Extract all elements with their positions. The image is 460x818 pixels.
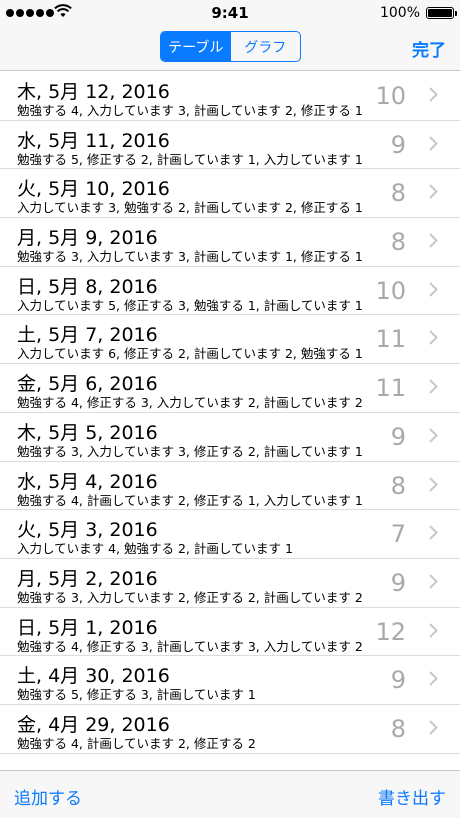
segment-graph[interactable]: グラフ	[231, 32, 301, 61]
chevron-right-icon	[429, 330, 438, 346]
row-activity-summary: 勉強する 5, 修正する 3, 計画しています 1	[17, 687, 256, 703]
table-row[interactable]: 金, 5月 6, 2016 勉強する 4, 修正する 3, 入力しています 2, …	[0, 364, 460, 413]
row-activity-summary: 勉強する 5, 修正する 2, 計画しています 1, 入力しています 1	[17, 151, 363, 167]
history-table: 木, 5月 12, 2016 勉強する 4, 入力しています 3, 計画しています…	[0, 72, 460, 754]
table-row[interactable]: 日, 5月 8, 2016 入力しています 5, 修正する 3, 勉強する 1, …	[0, 267, 460, 316]
chevron-right-icon	[429, 525, 438, 540]
chevron-right-icon	[429, 476, 438, 492]
row-activity-summary: 勉強する 3, 入力しています 3, 修正する 2, 計画しています 1	[17, 443, 363, 459]
chevron-right-icon	[429, 87, 438, 102]
done-button[interactable]: 完了	[412, 36, 446, 61]
row-total-count: 11	[375, 325, 406, 354]
view-mode-segmented-control: テーブル グラフ	[160, 31, 301, 62]
chevron-right-icon	[429, 671, 438, 686]
table-row[interactable]: 水, 5月 4, 2016 勉強する 4, 計画しています 2, 修正する 1, …	[0, 462, 460, 511]
row-total-count: 9	[390, 130, 406, 159]
export-button[interactable]: 書き出す	[378, 784, 446, 809]
table-row[interactable]: 土, 5月 7, 2016 入力しています 6, 修正する 2, 計画しています …	[0, 315, 460, 365]
row-activity-summary: 入力しています 6, 修正する 2, 計画しています 2, 勉強する 1	[17, 346, 363, 362]
row-total-count: 11	[375, 374, 406, 403]
battery-tip	[455, 11, 457, 16]
chevron-right-icon	[429, 622, 438, 638]
table-row[interactable]: 金, 4月 29, 2016 勉強する 4, 計画しています 2, 修正する 28	[0, 705, 460, 754]
row-total-count: 12	[375, 617, 406, 646]
row-total-count: 9	[390, 422, 406, 451]
table-row[interactable]: 土, 4月 30, 2016 勉強する 5, 修正する 3, 計画しています 19	[0, 656, 460, 705]
status-bar: 9:41 100%	[0, 0, 460, 26]
navigation-bar: 9:41 100% テーブル グラフ 完了	[0, 0, 460, 71]
row-total-count: 7	[390, 520, 406, 549]
bottom-toolbar: 追加する 書き出す	[0, 770, 460, 818]
row-activity-summary: 勉強する 4, 修正する 3, 入力しています 2, 計画しています 2	[17, 395, 363, 411]
row-total-count: 10	[375, 276, 406, 305]
row-total-count: 8	[390, 714, 406, 743]
row-total-count: 8	[390, 228, 406, 257]
table-row[interactable]: 木, 5月 5, 2016 勉強する 3, 入力しています 3, 修正する 2, …	[0, 413, 460, 462]
chevron-right-icon	[429, 428, 438, 443]
row-total-count: 10	[375, 82, 406, 110]
battery-percentage: 100%	[379, 5, 420, 21]
chevron-right-icon	[429, 135, 438, 151]
row-activity-summary: 勉強する 3, 入力しています 3, 計画しています 1, 修正する 1	[17, 249, 363, 265]
row-activity-summary: 入力しています 5, 修正する 3, 勉強する 1, 計画しています 1	[17, 297, 363, 313]
table-row[interactable]: 火, 5月 10, 2016 入力しています 3, 勉強する 2, 計画しています…	[0, 169, 460, 219]
row-activity-summary: 勉強する 4, 計画しています 2, 修正する 2	[17, 735, 256, 751]
chevron-right-icon	[429, 720, 438, 735]
row-total-count: 9	[390, 666, 406, 695]
table-row[interactable]: 月, 5月 2, 2016 勉強する 3, 入力しています 2, 修正する 2, …	[0, 559, 460, 608]
table-row[interactable]: 月, 5月 9, 2016 勉強する 3, 入力しています 3, 計画しています …	[0, 218, 460, 267]
row-activity-summary: 入力しています 4, 勉強する 2, 計画しています 1	[17, 541, 293, 557]
row-activity-summary: 勉強する 4, 入力しています 3, 計画しています 2, 修正する 1	[17, 103, 363, 118]
row-total-count: 8	[390, 471, 406, 500]
chevron-right-icon	[429, 379, 438, 394]
battery-icon	[426, 7, 454, 19]
row-activity-summary: 勉強する 4, 修正する 3, 計画しています 3, 入力しています 2	[17, 638, 363, 654]
chevron-right-icon	[429, 184, 438, 200]
table-row[interactable]: 火, 5月 3, 2016 入力しています 4, 勉強する 2, 計画しています …	[0, 510, 460, 559]
row-total-count: 8	[390, 179, 406, 208]
row-activity-summary: 勉強する 4, 計画しています 2, 修正する 1, 入力しています 1	[17, 492, 363, 508]
chevron-right-icon	[429, 282, 438, 297]
row-total-count: 9	[390, 568, 406, 597]
row-activity-summary: 勉強する 3, 入力しています 2, 修正する 2, 計画しています 2	[17, 589, 363, 605]
table-row[interactable]: 水, 5月 11, 2016 勉強する 5, 修正する 2, 計画しています 1,…	[0, 121, 460, 170]
table-row[interactable]: 日, 5月 1, 2016 勉強する 4, 修正する 3, 計画しています 3, …	[0, 608, 460, 657]
table-row[interactable]: 木, 5月 12, 2016 勉強する 4, 入力しています 3, 計画しています…	[0, 72, 460, 121]
add-button[interactable]: 追加する	[14, 784, 82, 809]
chevron-right-icon	[429, 233, 438, 248]
chevron-right-icon	[429, 574, 438, 589]
segment-table[interactable]: テーブル	[161, 32, 231, 61]
row-activity-summary: 入力しています 3, 勉強する 2, 計画しています 2, 修正する 1	[17, 200, 363, 216]
